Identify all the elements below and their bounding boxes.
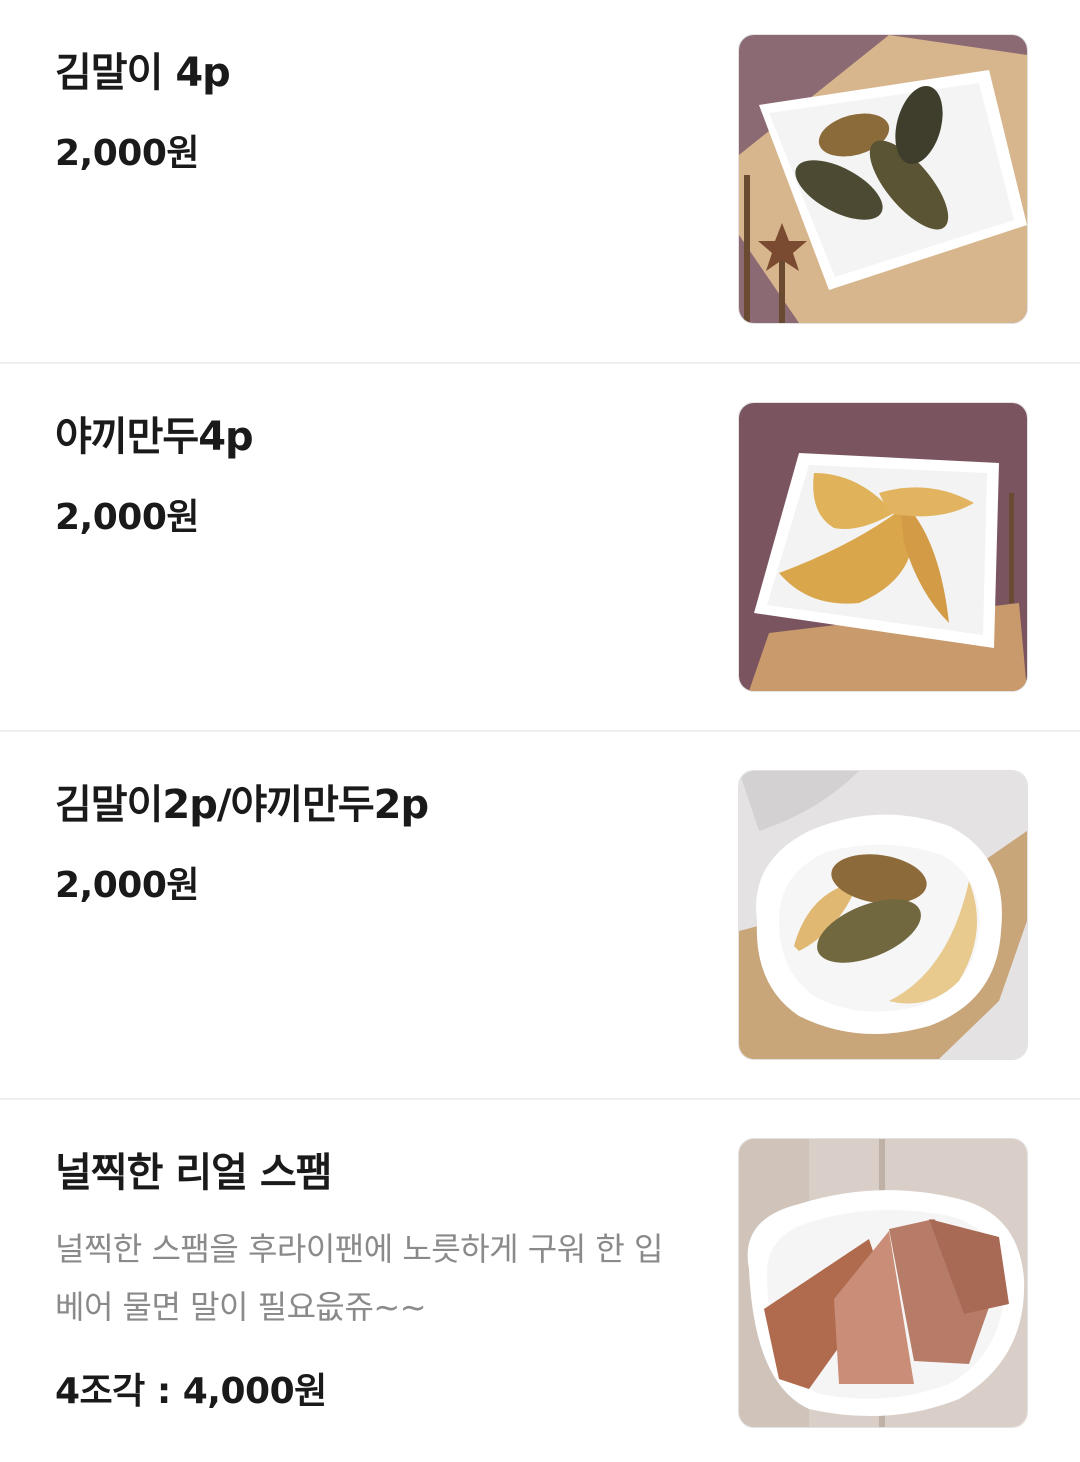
menu-item-name: 널찍한 리얼 스팸 <box>55 1150 332 1196</box>
menu-item[interactable]: 김말이 4p 2,000원 <box>0 0 1080 364</box>
menu-item[interactable]: 야끼만두4p 2,000원 <box>0 364 1080 732</box>
menu-item-photo[interactable] <box>738 34 1028 324</box>
fried-seaweed-rolls-image <box>739 35 1027 323</box>
grilled-spam-slices-image <box>739 1139 1027 1427</box>
fried-dumplings-image <box>739 403 1027 691</box>
menu-item-photo[interactable] <box>738 402 1028 692</box>
menu-item-price: 2,000원 <box>55 497 200 538</box>
menu-item[interactable]: 김말이2p/야끼만두2p 2,000원 <box>0 732 1080 1100</box>
menu-item-price: 2,000원 <box>55 865 200 906</box>
menu-item-price: 4조각 : 4,000원 <box>55 1371 327 1412</box>
menu-item-price: 2,000원 <box>55 133 200 174</box>
menu-item[interactable]: 널찍한 리얼 스팸 널찍한 스팸을 후라이팬에 노릇하게 구워 한 입 베어 물… <box>0 1100 1080 1462</box>
mixed-fried-rolls-dumplings-image <box>739 771 1027 1059</box>
menu-item-photo[interactable] <box>738 770 1028 1060</box>
menu-item-name: 야끼만두4p <box>55 414 254 460</box>
menu-item-name: 김말이2p/야끼만두2p <box>55 782 429 828</box>
menu-item-description: 널찍한 스팸을 후라이팬에 노릇하게 구워 한 입 베어 물면 말이 필요읎쥬~… <box>55 1230 663 1326</box>
menu-list: 김말이 4p 2,000원 야끼만두4p 2,000원 김말이2p/야끼만두2p… <box>0 0 1080 1462</box>
menu-item-name: 김말이 4p <box>55 50 231 96</box>
menu-item-photo[interactable] <box>738 1138 1028 1428</box>
